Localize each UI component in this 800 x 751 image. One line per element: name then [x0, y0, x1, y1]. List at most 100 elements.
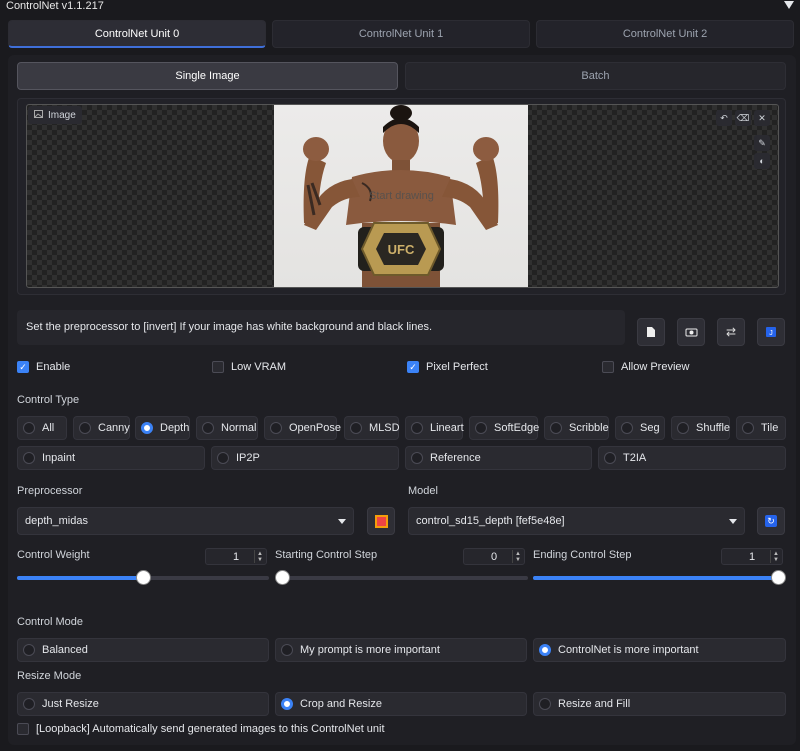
number-value: 1 [748, 550, 756, 563]
preprocessor-hint: Set the preprocessor to [invert] If your… [17, 310, 625, 345]
triangle-down-icon[interactable] [784, 1, 794, 9]
option-label: Resize and Fill [558, 698, 631, 710]
option-label: Tile [761, 422, 779, 434]
brush-icon[interactable]: ✎ [754, 135, 770, 151]
checkbox-box [17, 723, 29, 735]
radio-dot [23, 644, 35, 656]
run-preprocessor-button[interactable] [367, 507, 395, 535]
loopback-label: [Loopback] Automatically send generated … [36, 723, 385, 735]
option-label: ControlNet is more important [558, 644, 699, 656]
control-type-shuffle[interactable]: Shuffle [671, 416, 730, 440]
resize-mode-resize-and-fill[interactable]: Resize and Fill [533, 692, 786, 716]
svg-text:J: J [769, 330, 773, 337]
number-value: 1 [232, 550, 240, 563]
loopback-checkbox[interactable]: [Loopback] Automatically send generated … [17, 722, 385, 736]
close-icon[interactable]: ✕ [754, 110, 770, 126]
send-icon[interactable]: J [757, 318, 785, 346]
title-bar[interactable]: ControlNet v1.1.217 [0, 0, 800, 14]
option-label: SoftEdge [494, 422, 540, 434]
undo-icon[interactable]: ↶ [716, 110, 732, 126]
low-vram-checkbox[interactable]: Low VRAM [212, 360, 286, 374]
spinner-icon[interactable]: ▲ ▼ [770, 550, 781, 563]
tab-controlnet-unit-2[interactable]: ControlNet Unit 2 [536, 20, 794, 48]
checkbox-box [602, 361, 614, 373]
control-type-all[interactable]: All [17, 416, 67, 440]
start-step-input[interactable]: 0 ▲ ▼ [463, 548, 525, 565]
radio-dot [411, 452, 423, 464]
erase-icon[interactable]: ⌫ [735, 110, 751, 126]
control-type-scribble[interactable]: Scribble [544, 416, 609, 440]
refresh-models-button[interactable]: ↻ [757, 507, 785, 535]
control-type-canny[interactable]: Canny [73, 416, 130, 440]
radio-dot [550, 422, 562, 434]
chevron-down-icon [729, 518, 737, 524]
allow-preview-checkbox[interactable]: Allow Preview [602, 360, 689, 374]
control-type-normal[interactable]: Normal [196, 416, 258, 440]
control-type-inpaint[interactable]: Inpaint [17, 446, 205, 470]
control-type-reference[interactable]: Reference [405, 446, 592, 470]
tab-batch[interactable]: Batch [405, 62, 786, 90]
control-type-mlsd[interactable]: MLSD [344, 416, 400, 440]
radio-dot [677, 422, 689, 434]
option-label: Scribble [569, 422, 609, 434]
radio-dot [621, 422, 633, 434]
control-mode-prompt[interactable]: My prompt is more important [275, 638, 527, 662]
end-step-label: Ending Control Step [533, 549, 632, 561]
tab-label: Batch [581, 70, 610, 82]
slider-handle[interactable] [275, 570, 290, 585]
radio-dot [270, 422, 282, 434]
tab-controlnet-unit-0[interactable]: ControlNet Unit 0 [8, 20, 266, 48]
model-select[interactable]: control_sd15_depth [fef5e48e] [408, 507, 745, 535]
tab-label: ControlNet Unit 2 [622, 28, 708, 40]
preprocessor-select[interactable]: depth_midas [17, 507, 354, 535]
control-weight-input[interactable]: 1 ▲ ▼ [205, 548, 267, 565]
option-label: Just Resize [42, 698, 99, 710]
end-step-slider[interactable] [533, 570, 786, 585]
control-type-label: Control Type [17, 394, 80, 406]
image-label: Image [28, 106, 82, 124]
radio-dot [350, 422, 362, 434]
tab-controlnet-unit-1[interactable]: ControlNet Unit 1 [272, 20, 530, 48]
slider-handle[interactable] [136, 570, 151, 585]
slider-handle[interactable] [771, 570, 786, 585]
control-weight-slider[interactable] [17, 570, 269, 585]
control-mode-controlnet[interactable]: ControlNet is more important [533, 638, 786, 662]
palette-icon[interactable]: ◐ [754, 153, 770, 169]
start-step-label: Starting Control Step [275, 549, 378, 561]
enable-label: Enable [36, 361, 71, 373]
end-step-input[interactable]: 1 ▲ ▼ [721, 548, 783, 565]
tab-label: ControlNet Unit 1 [358, 28, 444, 40]
swap-icon[interactable]: ⇄ [717, 318, 745, 346]
option-label: Shuffle [696, 422, 731, 434]
resize-mode-just-resize[interactable]: Just Resize [17, 692, 269, 716]
control-type-softedge[interactable]: SoftEdge [469, 416, 540, 440]
start-step-slider[interactable] [275, 570, 528, 585]
control-type-seg[interactable]: Seg [615, 416, 665, 440]
control-type-ip2p[interactable]: IP2P [211, 446, 399, 470]
option-label: Crop and Resize [300, 698, 382, 710]
resize-mode-crop-and-resize[interactable]: Crop and Resize [275, 692, 527, 716]
control-mode-balanced[interactable]: Balanced [17, 638, 269, 662]
control-type-t2ia[interactable]: T2IA [598, 446, 786, 470]
pixel-perfect-checkbox[interactable]: ✓ Pixel Perfect [407, 360, 488, 374]
spinner-icon[interactable]: ▲ ▼ [254, 550, 265, 563]
document-icon[interactable] [637, 318, 665, 346]
control-type-lineart[interactable]: Lineart [405, 416, 464, 440]
camera-icon[interactable] [677, 318, 705, 346]
model-value: control_sd15_depth [fef5e48e] [416, 515, 565, 527]
spinner-icon[interactable]: ▲ ▼ [512, 550, 523, 563]
control-type-openpose[interactable]: OpenPose [264, 416, 341, 440]
option-label: Inpaint [42, 452, 76, 464]
enable-checkbox[interactable]: ✓ Enable [17, 360, 70, 374]
control-type-tile[interactable]: Tile [736, 416, 786, 440]
option-label: Lineart [430, 422, 464, 434]
radio-dot [23, 452, 35, 464]
tab-single-image[interactable]: Single Image [17, 62, 398, 90]
radio-dot-selected [281, 698, 293, 710]
option-label: MLSD [369, 422, 400, 434]
pixel-perfect-label: Pixel Perfect [426, 361, 488, 373]
check-icon: ✓ [17, 361, 29, 373]
control-type-depth[interactable]: Depth [135, 416, 190, 440]
control-weight-label: Control Weight [17, 549, 90, 561]
option-label: Depth [160, 422, 190, 434]
